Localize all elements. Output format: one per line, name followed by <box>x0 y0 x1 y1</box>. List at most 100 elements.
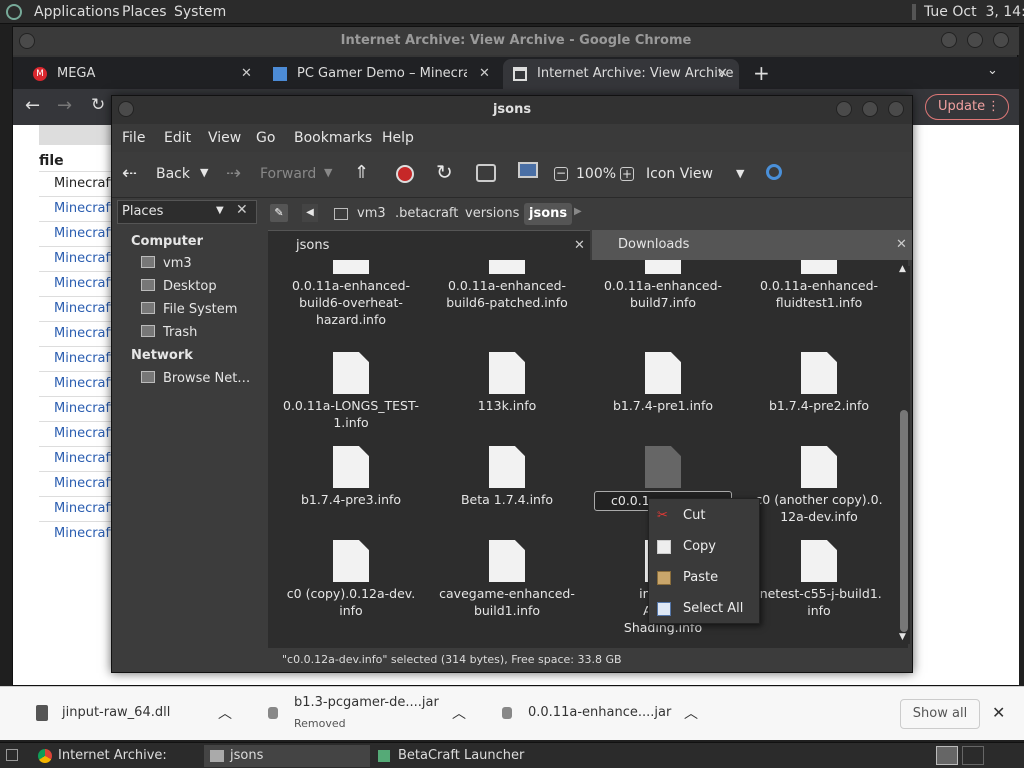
cut-menu-item[interactable]: ✂ Cut <box>649 502 759 530</box>
up-arrow-icon[interactable]: ⇑ <box>354 162 369 183</box>
show-all-button[interactable]: Show all <box>900 699 980 729</box>
distro-logo-icon[interactable] <box>6 4 22 20</box>
sidebar-item-trash[interactable]: Trash <box>141 323 197 343</box>
update-button[interactable]: Update ⋮ <box>925 94 1009 120</box>
sidebar-item-vm3[interactable]: vm3 <box>141 254 192 274</box>
pane-tab-downloads[interactable]: Downloads ✕ <box>592 230 912 260</box>
scroll-down-icon[interactable]: ▼ <box>899 632 906 642</box>
tab-search-chevron-icon[interactable]: ⌄ <box>987 63 998 78</box>
file-link[interactable]: Minecraft <box>54 251 115 266</box>
copy-menu-item[interactable]: Copy <box>649 533 759 561</box>
task-jsons[interactable]: jsons <box>204 745 370 767</box>
select-all-menu-item[interactable]: Select All <box>649 595 759 623</box>
zoom-in-icon[interactable]: + <box>620 167 634 181</box>
search-icon[interactable] <box>766 164 782 180</box>
pane-close-icon[interactable]: ✕ <box>574 231 585 261</box>
close-sidebar-icon[interactable]: ✕ <box>236 202 254 222</box>
file-link[interactable]: Minecraft <box>54 451 115 466</box>
file-item[interactable]: 113k.info <box>432 352 582 414</box>
file-link[interactable]: Minecraft <box>54 401 115 416</box>
tab-mega[interactable]: M MEGA ✕ <box>23 59 259 89</box>
back-arrow-icon[interactable]: ← <box>25 95 40 116</box>
file-item[interactable]: c0 (another copy).0. 12a-dev.info <box>744 446 894 525</box>
close-icon[interactable] <box>888 101 904 117</box>
download-item[interactable]: 0.0.11a-enhance....jar ︿ <box>484 687 712 741</box>
menu-edit[interactable]: Edit <box>164 130 191 146</box>
task-betacraft[interactable]: BetaCraft Launcher ... <box>372 745 540 767</box>
maximize-icon[interactable] <box>967 32 983 48</box>
new-tab-icon[interactable]: + <box>753 61 770 85</box>
file-item[interactable]: b1.7.4-pre2.info <box>744 352 894 414</box>
file-item[interactable]: b1.7.4-pre1.info <box>588 352 738 414</box>
pane-tab-jsons[interactable]: jsons ✕ <box>268 230 590 260</box>
file-item[interactable]: b1.7.4-pre3.info <box>276 446 426 508</box>
scrollbar-thumb[interactable] <box>900 410 908 632</box>
breadcrumb-versions[interactable]: versions <box>460 203 524 225</box>
file-link[interactable]: Minecraft <box>54 351 115 366</box>
places-menu[interactable]: Places <box>122 4 167 20</box>
workspace-switcher-icon[interactable] <box>962 746 984 765</box>
reload-icon[interactable]: ↻ <box>436 160 453 184</box>
forward-button[interactable]: ⇢ Forward ▼ <box>226 160 334 190</box>
reload-icon[interactable]: ↻ <box>91 95 105 115</box>
file-item[interactable]: 0.0.11a-enhanced- fluidtest1.info <box>744 260 894 311</box>
file-link[interactable]: Minecraft <box>54 201 115 216</box>
file-item[interactable]: c0 (copy).0.12a-dev. info <box>276 540 426 619</box>
tab-close-icon[interactable]: ✕ <box>479 59 490 89</box>
view-mode-select[interactable]: Icon View ▼ <box>642 160 752 190</box>
back-dropdown-icon[interactable]: ▼ <box>200 166 208 179</box>
scroll-up-icon[interactable]: ▲ <box>899 264 906 274</box>
edit-location-icon[interactable]: ✎ <box>270 204 288 222</box>
home-icon[interactable] <box>476 164 496 182</box>
file-link[interactable]: Minecraft <box>54 301 115 316</box>
download-item[interactable]: b1.3-pcgamer-de....jar Removed ︿ <box>250 687 478 741</box>
chevron-up-icon[interactable]: ︿ <box>452 703 466 723</box>
maximize-icon[interactable] <box>862 101 878 117</box>
breadcrumb-betacraft[interactable]: .betacraft <box>390 203 463 225</box>
sidebar-item-desktop[interactable]: Desktop <box>141 277 217 297</box>
file-item[interactable]: 0.0.11a-enhanced- build7.info <box>588 260 738 311</box>
tab-close-icon[interactable]: ✕ <box>241 59 252 89</box>
back-button[interactable]: ⇠ Back ▼ <box>122 160 212 190</box>
file-link[interactable]: Minecraft <box>54 501 115 516</box>
paste-menu-item[interactable]: Paste <box>649 564 759 592</box>
zoom-out-icon[interactable]: − <box>554 167 568 181</box>
clock[interactable]: Tue Oct 3, 14:25 <box>924 4 1024 20</box>
workspace-switcher-icon[interactable] <box>936 746 958 765</box>
file-link[interactable]: Minecraft <box>54 226 115 241</box>
file-link[interactable]: Minecraft <box>54 426 115 441</box>
menu-help[interactable]: Help <box>382 130 414 146</box>
stop-icon[interactable] <box>396 165 414 183</box>
show-desktop-icon[interactable] <box>6 749 18 761</box>
sidebar-item-file-system[interactable]: File System <box>141 300 237 320</box>
file-link[interactable]: Minecraft <box>54 526 115 541</box>
kebab-menu-icon[interactable]: ⋮ <box>987 95 1000 119</box>
sidebar-item-browse-network[interactable]: Browse Net… <box>141 369 250 389</box>
file-item[interactable]: cavegame-enhanced- build1.info <box>432 540 582 619</box>
file-item[interactable]: inetest-c55-j-build1. info <box>744 540 894 619</box>
task-chrome[interactable]: Internet Archive: Vie... <box>32 745 200 767</box>
menu-go[interactable]: Go <box>256 130 275 146</box>
computer-icon[interactable] <box>518 162 538 178</box>
vertical-scrollbar[interactable]: ▲ ▼ <box>898 264 910 644</box>
file-item[interactable]: Beta 1.7.4.info <box>432 446 582 508</box>
file-item[interactable]: 0.0.11a-LONGS_TEST- 1.info <box>276 352 426 431</box>
chevron-up-icon[interactable]: ︿ <box>684 703 698 723</box>
file-item[interactable]: 0.0.11a-enhanced- build6-patched.info <box>432 260 582 311</box>
breadcrumb-jsons[interactable]: jsons <box>524 203 573 225</box>
file-link[interactable]: Minecraft <box>54 176 115 191</box>
minimize-icon[interactable] <box>836 101 852 117</box>
chevron-up-icon[interactable]: ︿ <box>218 703 232 723</box>
tab-internet-archive[interactable]: Internet Archive: View Archive ✕ <box>503 59 739 89</box>
close-icon[interactable] <box>993 32 1009 48</box>
window-menu-icon[interactable] <box>118 101 134 117</box>
tab-close-icon[interactable]: ✕ <box>717 59 728 89</box>
forward-dropdown-icon[interactable]: ▼ <box>324 166 332 179</box>
window-menu-icon[interactable] <box>19 33 35 49</box>
tab-pc-gamer[interactable]: PC Gamer Demo – Minecraft W ✕ <box>263 59 499 89</box>
menu-view[interactable]: View <box>208 130 241 146</box>
menu-bookmarks[interactable]: Bookmarks <box>294 130 372 146</box>
breadcrumb-vm3[interactable]: vm3 <box>352 203 391 225</box>
forward-arrow-icon[interactable]: → <box>57 95 72 116</box>
file-link[interactable]: Minecraft <box>54 476 115 491</box>
